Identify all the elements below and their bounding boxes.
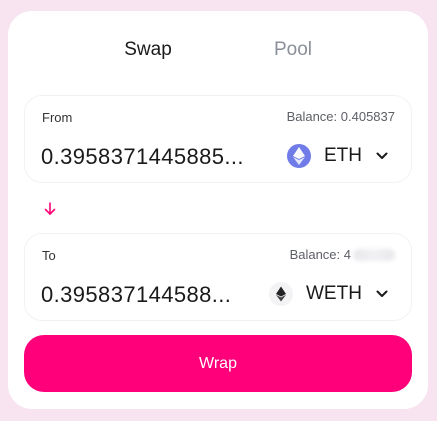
to-token-symbol: WETH <box>306 283 362 304</box>
balance-redaction <box>353 248 395 261</box>
tab-swap[interactable]: Swap <box>78 39 218 61</box>
chevron-down-icon <box>376 290 388 298</box>
weth-icon <box>269 282 293 306</box>
to-amount-input[interactable] <box>41 280 273 310</box>
from-amount-input[interactable] <box>41 142 273 172</box>
arrow-down-icon[interactable] <box>42 201 58 217</box>
to-balance: Balance: 4 <box>290 247 395 262</box>
chevron-down-icon <box>376 152 388 160</box>
from-panel: From Balance: 0.405837 ETH <box>24 95 412 183</box>
from-token-symbol: ETH <box>324 145 362 166</box>
eth-icon <box>287 144 311 168</box>
to-panel: To Balance: 4 WETH <box>24 233 412 321</box>
from-token-selector[interactable]: ETH <box>287 141 388 171</box>
swap-card: Swap Pool From Balance: 0.405837 ETH <box>8 11 428 409</box>
tab-pool[interactable]: Pool <box>223 39 363 61</box>
to-token-selector[interactable]: WETH <box>269 279 388 309</box>
tab-bar: Swap Pool <box>8 11 428 91</box>
from-balance-text: Balance: 0.405837 <box>286 109 395 124</box>
from-label: From <box>42 110 73 125</box>
to-balance-text: Balance: 4 <box>289 247 351 262</box>
from-balance: Balance: 0.405837 <box>287 109 395 124</box>
wrap-button[interactable]: Wrap <box>24 335 412 392</box>
to-label: To <box>42 248 56 263</box>
